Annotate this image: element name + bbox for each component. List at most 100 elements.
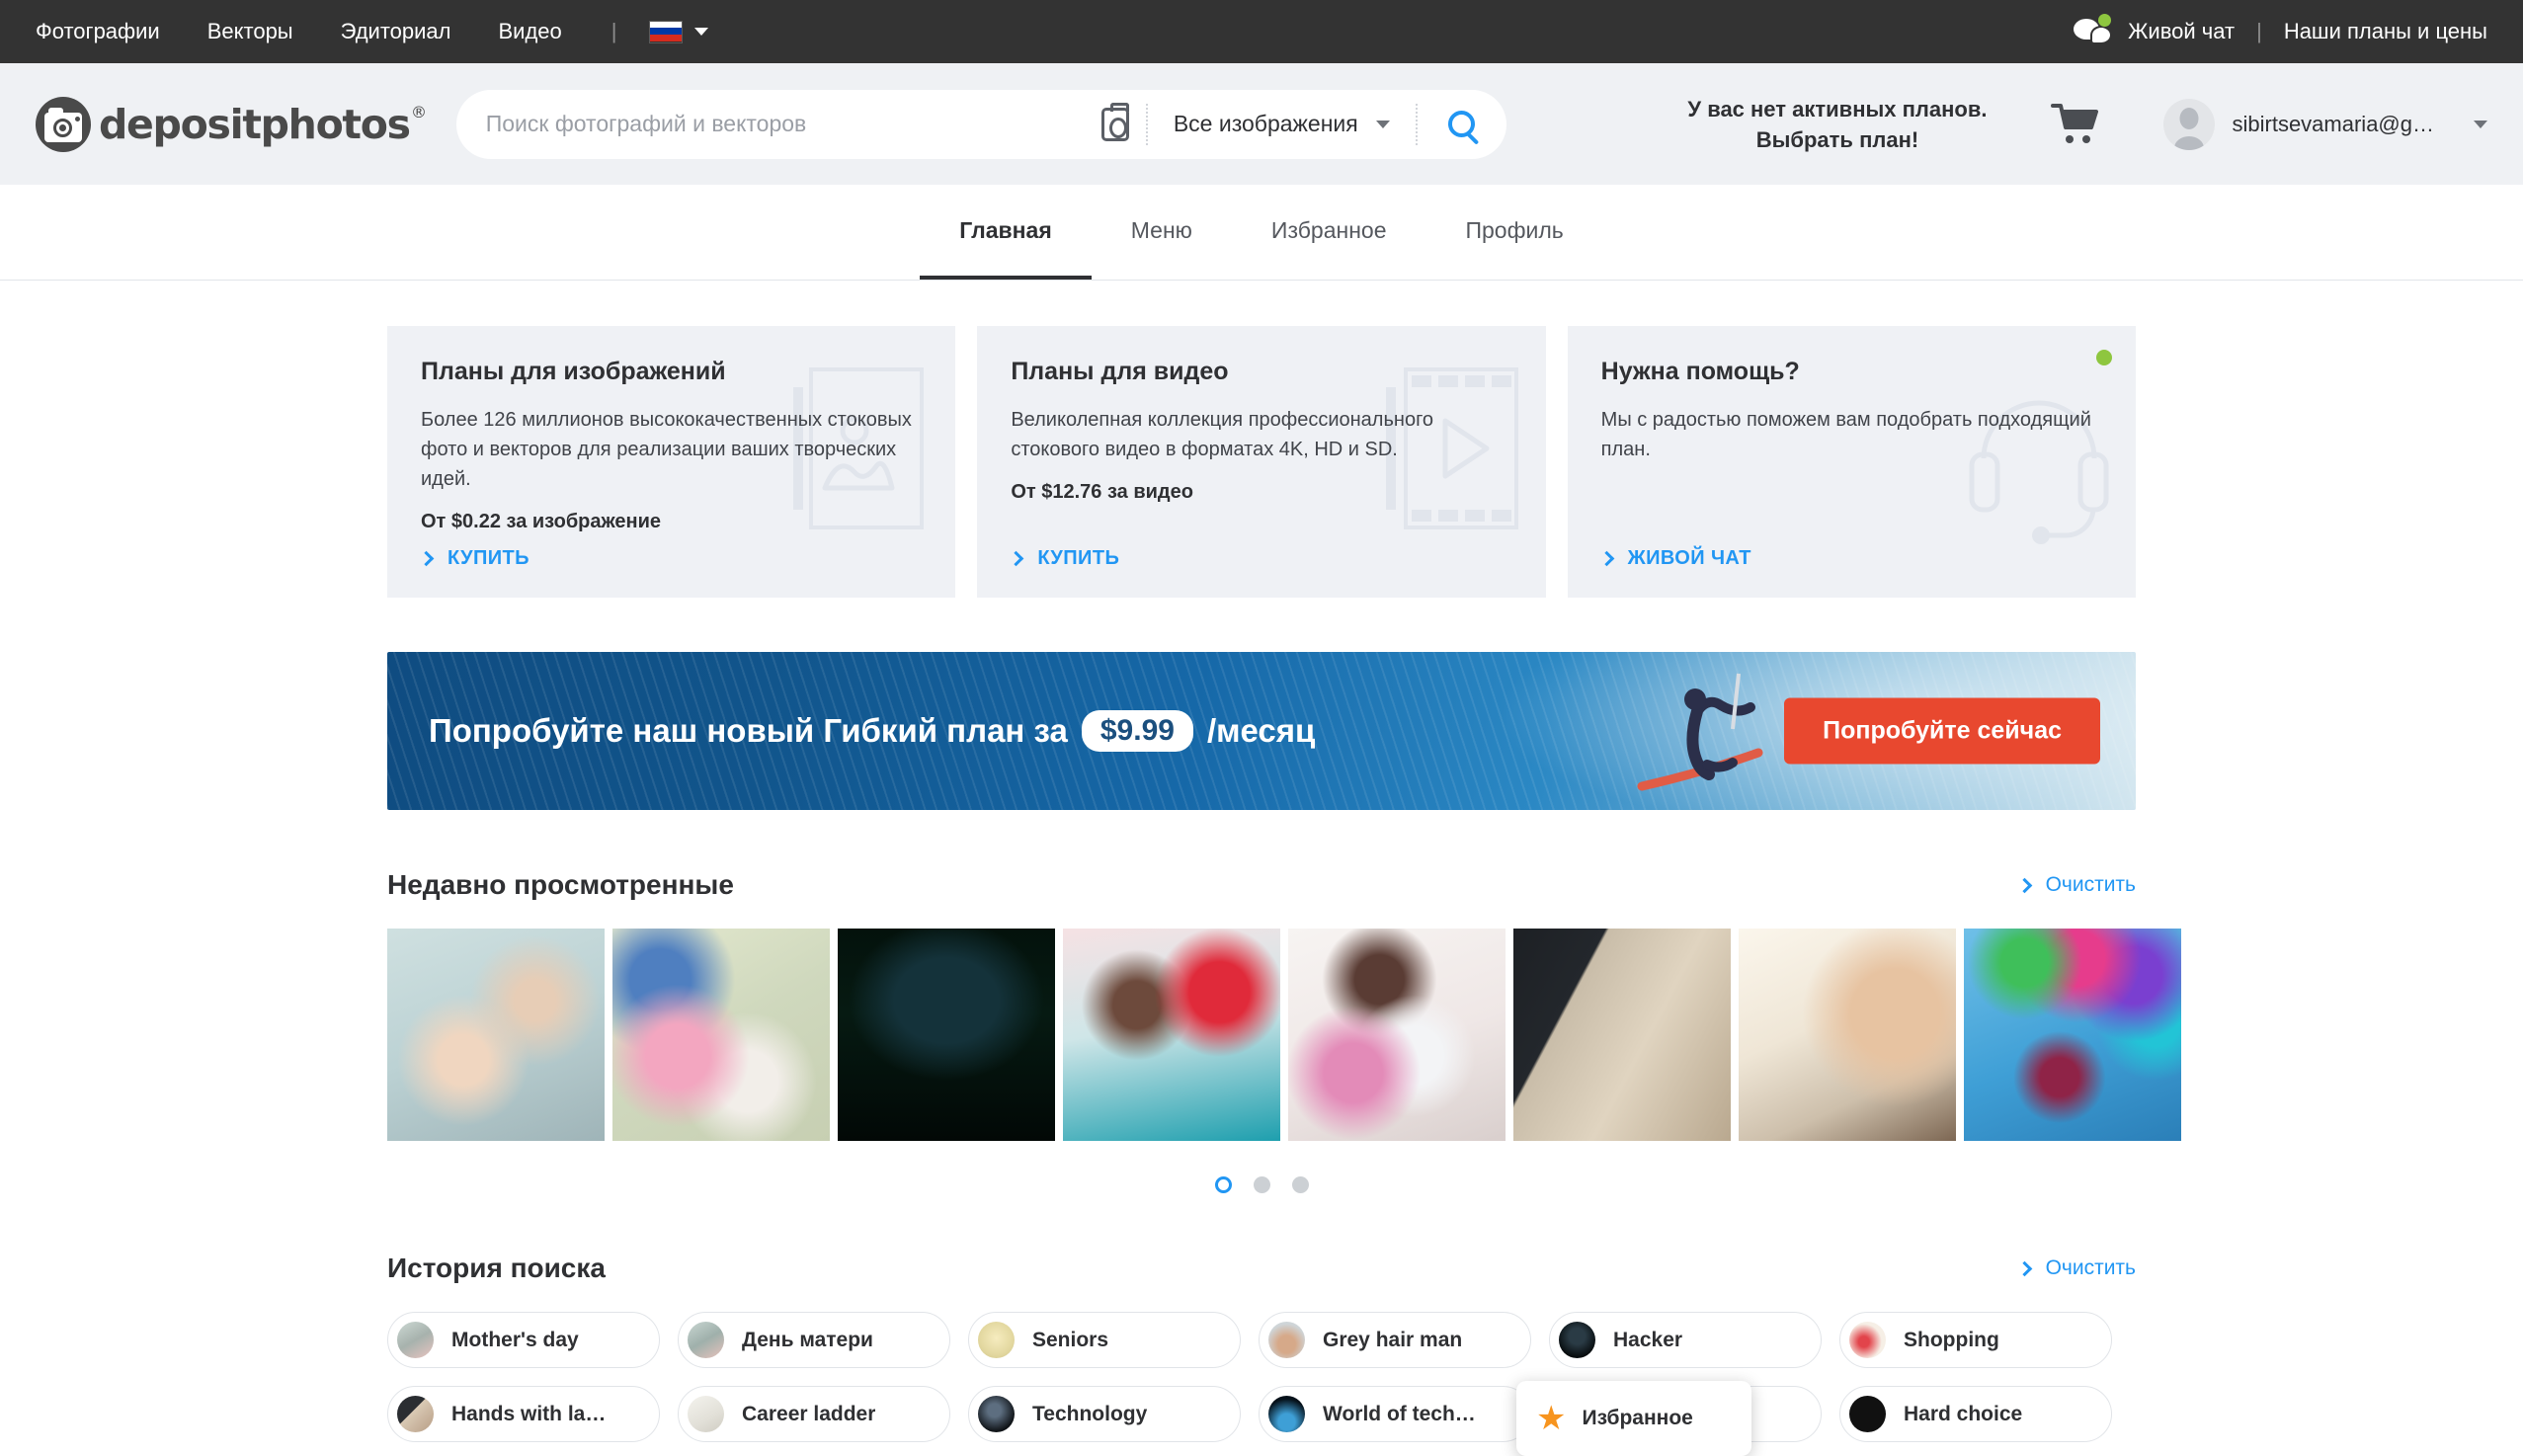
carousel-dot-1[interactable]: [1214, 1176, 1232, 1193]
chip-label: Hacker: [1613, 1328, 1683, 1351]
chip-grey-hair-man[interactable]: Grey hair man: [1259, 1312, 1531, 1368]
card-link-label: ЖИВОЙ ЧАТ: [1627, 547, 1751, 569]
chip-thumbnail: [1849, 1396, 1886, 1432]
chip-thumbnail: [1559, 1322, 1595, 1358]
card-buy-link[interactable]: КУПИТЬ: [418, 547, 529, 570]
visual-search-button[interactable]: [1085, 102, 1146, 141]
chip-technology[interactable]: Technology: [968, 1386, 1241, 1442]
topnav-link-vectors[interactable]: Векторы: [184, 19, 317, 44]
chip-thumbnail: [397, 1322, 434, 1358]
chip-mothers-day[interactable]: Mother's day: [387, 1312, 660, 1368]
chip-label: Career ladder: [742, 1402, 876, 1425]
search-category-label: Все изображения: [1173, 111, 1358, 136]
chip-hands-with-laptop[interactable]: Hands with la…: [387, 1386, 660, 1442]
thumbnail-woman-holding-tablet-sale[interactable]: [1063, 929, 1280, 1141]
tab-menu[interactable]: Меню: [1092, 185, 1232, 280]
card-description: Мы с радостью поможем вам подобрать подх…: [1600, 409, 2091, 460]
chip-hacker[interactable]: Hacker: [1549, 1312, 1822, 1368]
chip-label: Mother's day: [451, 1328, 579, 1351]
tab-home[interactable]: Главная: [920, 185, 1092, 280]
flexible-plan-banner[interactable]: Попробуйте наш новый Гибкий план за $9.9…: [387, 652, 2136, 810]
camera-logo-icon: [36, 96, 91, 152]
avatar: [2162, 98, 2215, 150]
russia-flag-icon: [648, 20, 683, 43]
chip-thumbnail: [978, 1322, 1015, 1358]
tab-favorites[interactable]: Избранное: [1232, 185, 1426, 280]
chip-label: Hard choice: [1904, 1402, 2023, 1425]
carousel-dot-3[interactable]: [1291, 1176, 1309, 1193]
chip-shopping[interactable]: Shopping: [1839, 1312, 2112, 1368]
chip-hard-choice[interactable]: Hard choice: [1839, 1386, 2112, 1442]
card-live-chat-link[interactable]: ЖИВОЙ ЧАТ: [1598, 547, 1751, 570]
tab-profile[interactable]: Профиль: [1425, 185, 1602, 280]
card-link-label: КУПИТЬ: [1037, 547, 1120, 569]
thumbnail-hands-typing-keyboard-closeup[interactable]: [1739, 929, 1956, 1141]
banner-text-before: Попробуйте наш новый Гибкий план за: [429, 712, 1068, 749]
depositphotos-logo[interactable]: depositphotos ®: [36, 96, 427, 152]
recently-viewed-title: Недавно просмотренные: [387, 869, 734, 900]
try-now-button[interactable]: Попробуйте сейчас: [1784, 697, 2100, 765]
language-selector[interactable]: [648, 20, 708, 43]
thumbnail-hands-typing-on-laptop-desk[interactable]: [1513, 929, 1731, 1141]
chevron-right-icon: [2016, 877, 2032, 893]
topnav-link-photos[interactable]: Фотографии: [36, 19, 184, 44]
card-description: Великолепная коллекция профессионального…: [1011, 409, 1434, 460]
card-video-plans[interactable]: Планы для видео Великолепная коллекция п…: [977, 326, 1546, 598]
cart-button[interactable]: [2050, 103, 2098, 145]
thumbnail-seniors-group-outdoors[interactable]: [612, 929, 830, 1141]
search-history-header: История поиска Очистить: [387, 1253, 2136, 1284]
search-history-clear-button[interactable]: Очистить: [2016, 1256, 2136, 1280]
no-plan-line-1: У вас нет активных планов.: [1687, 96, 1988, 121]
carousel-pagination: [387, 1176, 2136, 1193]
banner-headline: Попробуйте наш новый Гибкий план за $9.9…: [429, 710, 1315, 752]
top-right-divider: |: [2256, 19, 2262, 43]
card-image-plans[interactable]: Планы для изображений Более 126 миллионо…: [387, 326, 956, 598]
thumbnail-girls-with-shopping-bags[interactable]: [1288, 929, 1506, 1141]
chip-thumbnail: [1268, 1396, 1305, 1432]
chip-den-materi[interactable]: День матери: [678, 1312, 950, 1368]
chevron-down-icon: [2474, 120, 2487, 128]
thumbnail-senior-couple-smiling[interactable]: [387, 929, 605, 1141]
plans-and-pricing-link[interactable]: Наши планы и цены: [2284, 19, 2487, 44]
cart-icon: [2050, 103, 2098, 143]
recently-viewed-clear-button[interactable]: Очистить: [2016, 873, 2136, 897]
top-right-actions: Живой чат | Наши планы и цены: [2074, 14, 2487, 46]
promo-cards: Планы для изображений Более 126 миллионо…: [387, 326, 2136, 598]
favorite-tooltip-popup[interactable]: ★ Избранное: [1516, 1381, 1751, 1456]
search-input[interactable]: [455, 111, 1085, 137]
card-need-help[interactable]: Нужна помощь? Мы с радостью поможем вам …: [1567, 326, 2136, 598]
topnav-link-editorial[interactable]: Эдиториал: [317, 19, 475, 44]
chevron-right-icon: [1598, 550, 1614, 567]
chat-bubbles-icon: [2074, 14, 2115, 46]
chip-thumbnail: [688, 1322, 724, 1358]
search-category-dropdown[interactable]: Все изображения: [1148, 111, 1416, 137]
chip-world-of-technology[interactable]: World of tech…: [1259, 1386, 1531, 1442]
carousel-dot-2[interactable]: [1253, 1176, 1270, 1193]
chip-label: День матери: [742, 1328, 873, 1351]
banner-price-badge: $9.99: [1081, 710, 1193, 752]
live-chat-button[interactable]: Живой чат: [2074, 14, 2235, 46]
chip-label: World of tech…: [1323, 1402, 1476, 1425]
topnav-divider: |: [610, 19, 617, 43]
camera-icon: [1100, 102, 1129, 141]
search-bar: Все изображения: [455, 89, 1506, 159]
thumbnail-hooded-hacker-laptop[interactable]: [838, 929, 1055, 1141]
card-buy-link[interactable]: КУПИТЬ: [1009, 547, 1120, 570]
top-category-nav: Фотографии Векторы Эдиториал Видео |: [36, 19, 708, 44]
no-active-plan-notice[interactable]: У вас нет активных планов. Выбрать план!: [1687, 94, 1987, 155]
search-submit-button[interactable]: [1418, 111, 1506, 137]
primary-tabs: Главная Меню Избранное Профиль: [0, 185, 2523, 281]
chip-career-ladder[interactable]: Career ladder: [678, 1386, 950, 1442]
tab-favorites-label: Избранное: [1270, 216, 1387, 243]
main-content: Планы для изображений Более 126 миллионо…: [0, 281, 2523, 1456]
topnav-link-video[interactable]: Видео: [475, 19, 586, 44]
chip-thumbnail: [688, 1396, 724, 1432]
thumbnail-woman-colorful-paint-splash[interactable]: [1964, 929, 2181, 1141]
online-status-dot: [2095, 350, 2112, 365]
tab-profile-label: Профиль: [1465, 216, 1564, 243]
registered-trademark-icon: ®: [411, 102, 427, 121]
chip-seniors[interactable]: Seniors: [968, 1312, 1241, 1368]
choose-plan-line: Выбрать план!: [1755, 126, 1919, 152]
search-history-chips: Mother's day День матери Seniors Grey ha…: [387, 1312, 2136, 1442]
user-menu-button[interactable]: sibirtsevamaria@g…: [2162, 98, 2487, 150]
